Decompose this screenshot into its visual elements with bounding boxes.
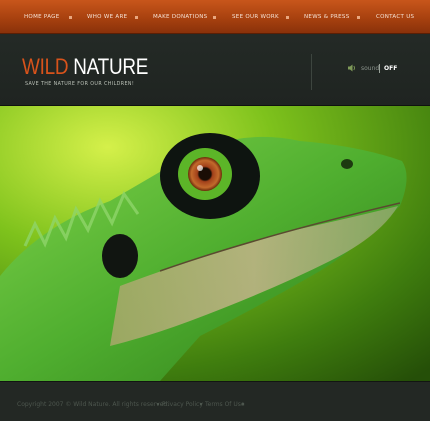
nav-separator — [286, 16, 289, 19]
footer-terms-link[interactable]: Terms Of Use — [205, 401, 245, 408]
nav-contact-us[interactable]: CONTACT US — [376, 14, 414, 22]
footer-separator — [200, 403, 202, 405]
sound-separator — [379, 64, 380, 73]
sound-off-toggle[interactable]: OFF — [384, 65, 397, 72]
nav-separator — [357, 16, 360, 19]
nav-separator — [135, 16, 138, 19]
footer-copyright: Copyright 2007 © Wild Nature. All rights… — [17, 401, 170, 408]
speaker-icon[interactable] — [347, 63, 357, 73]
nav-separator — [69, 16, 72, 19]
site-logo[interactable]: WILD NATURE — [22, 54, 148, 80]
logo-word-wild: WILD — [22, 54, 69, 79]
sound-label: sound — [361, 65, 380, 72]
site-footer: Copyright 2007 © Wild Nature. All rights… — [0, 381, 430, 421]
top-navigation: HOME PAGE WHO WE ARE MAKE DONATIONS SEE … — [0, 0, 430, 34]
header-divider — [311, 54, 312, 90]
nav-see-our-work[interactable]: SEE OUR WORK — [232, 14, 279, 22]
nav-news-press[interactable]: NEWS & PRESS — [304, 14, 350, 22]
footer-separator — [242, 403, 244, 405]
nav-home-page[interactable]: HOME PAGE — [24, 14, 60, 22]
nav-separator — [213, 16, 216, 19]
nav-make-donations[interactable]: MAKE DONATIONS — [153, 14, 207, 22]
footer-separator — [157, 403, 159, 405]
site-slogan: SAVE THE NATURE FOR OUR CHILDREN! — [25, 82, 135, 87]
hero-image — [0, 106, 430, 381]
footer-privacy-link[interactable]: Privacy Policy — [162, 401, 203, 408]
logo-word-nature: NATURE — [73, 54, 149, 79]
lizard-photo-icon — [0, 106, 430, 381]
nav-who-we-are[interactable]: WHO WE ARE — [87, 14, 127, 22]
